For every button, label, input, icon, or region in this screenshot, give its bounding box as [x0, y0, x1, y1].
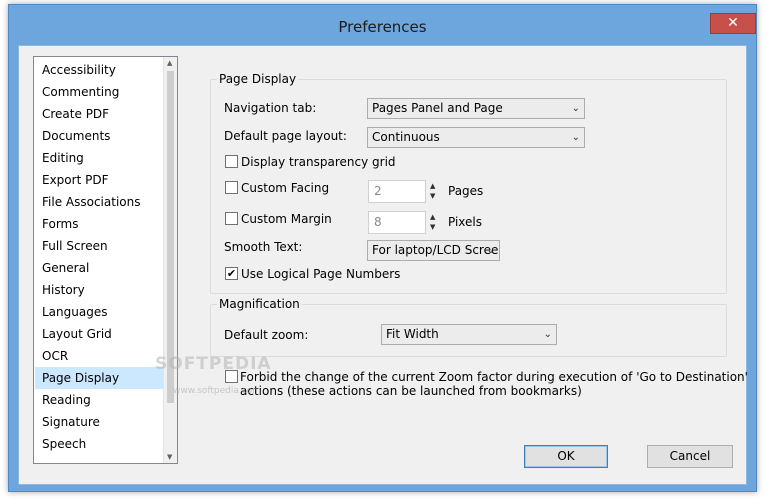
sidebar-item-layout-grid[interactable]: Layout Grid [35, 323, 163, 345]
sidebar-item-signature[interactable]: Signature [35, 411, 163, 433]
watermark: SOFTPEDIA [155, 354, 272, 374]
magnification-group-title: Magnification [217, 296, 302, 312]
custom-facing-input[interactable]: 2 [368, 180, 426, 203]
navigation-tab-label: Navigation tab: [224, 101, 317, 115]
sidebar-item-create-pdf[interactable]: Create PDF [35, 103, 163, 125]
default-page-layout-value: Continuous [372, 130, 440, 144]
custom-margin-stepper[interactable]: ▲ ▼ [429, 211, 439, 234]
logical-page-numbers-checkbox[interactable]: ✔ [225, 267, 238, 280]
transparency-grid-label: Display transparency grid [241, 155, 396, 169]
navigation-tab-value: Pages Panel and Page [372, 101, 503, 115]
stepper-up-icon[interactable]: ▲ [430, 213, 435, 221]
window-title: Preferences [338, 18, 427, 36]
ok-button[interactable]: OK [524, 445, 608, 468]
logical-page-numbers-label: Use Logical Page Numbers [241, 267, 401, 281]
category-list[interactable]: Accessibility Commenting Create PDF Docu… [33, 56, 178, 464]
dialog-client-area: Accessibility Commenting Create PDF Docu… [18, 45, 748, 485]
sidebar-item-forms[interactable]: Forms [35, 213, 163, 235]
sidebar-item-page-display[interactable]: Page Display [35, 367, 163, 389]
page-display-group-title: Page Display [217, 71, 299, 87]
preferences-window: Preferences ✕ Accessibility Commenting C… [8, 4, 757, 492]
default-page-layout-select[interactable]: Continuous ⌄ [367, 127, 585, 148]
custom-facing-label: Custom Facing [241, 181, 330, 195]
sidebar-item-languages[interactable]: Languages [35, 301, 163, 323]
sidebar-item-general[interactable]: General [35, 257, 163, 279]
sidebar-item-commenting[interactable]: Commenting [35, 81, 163, 103]
stepper-down-icon[interactable]: ▼ [430, 223, 435, 231]
sidebar-item-documents[interactable]: Documents [35, 125, 163, 147]
custom-margin-input[interactable]: 8 [368, 211, 426, 234]
sidebar-item-reading[interactable]: Reading [35, 389, 163, 411]
custom-facing-unit: Pages [448, 184, 484, 198]
sidebar-item-full-screen[interactable]: Full Screen [35, 235, 163, 257]
chevron-down-icon: ⌄ [571, 103, 580, 114]
category-list-scrollbar[interactable]: ▲ ▼ [163, 57, 177, 463]
custom-facing-stepper[interactable]: ▲ ▼ [429, 180, 439, 203]
scroll-down-arrow-icon[interactable]: ▼ [167, 453, 172, 461]
sidebar-item-history[interactable]: History [35, 279, 163, 301]
forbid-zoom-change-label-line2: actions (these actions can be launched f… [240, 384, 582, 398]
smooth-text-select[interactable]: For laptop/LCD Screer ⌄ [367, 240, 500, 261]
sidebar-item-export-pdf[interactable]: Export PDF [35, 169, 163, 191]
default-page-layout-label: Default page layout: [224, 129, 347, 143]
close-button[interactable]: ✕ [710, 13, 756, 34]
stepper-down-icon[interactable]: ▼ [430, 192, 435, 200]
scroll-up-arrow-icon[interactable]: ▲ [167, 59, 172, 67]
stepper-up-icon[interactable]: ▲ [430, 182, 435, 190]
chevron-down-icon: ⌄ [543, 329, 552, 340]
sidebar-item-file-associations[interactable]: File Associations [35, 191, 163, 213]
custom-margin-label: Custom Margin [241, 212, 332, 226]
watermark-url: www.softpedia.com [173, 386, 261, 396]
sidebar-item-editing[interactable]: Editing [35, 147, 163, 169]
chevron-down-icon: ⌄ [486, 245, 495, 256]
default-zoom-select[interactable]: Fit Width ⌄ [381, 324, 557, 345]
cancel-button[interactable]: Cancel [647, 445, 733, 468]
sidebar-item-ocr[interactable]: OCR [35, 345, 163, 367]
navigation-tab-select[interactable]: Pages Panel and Page ⌄ [367, 98, 585, 119]
checkmark-icon: ✔ [226, 267, 237, 280]
smooth-text-label: Smooth Text: [224, 240, 303, 254]
custom-margin-checkbox[interactable] [225, 212, 238, 225]
close-icon: ✕ [727, 15, 739, 31]
sidebar-item-speech[interactable]: Speech [35, 433, 163, 455]
default-zoom-label: Default zoom: [224, 328, 309, 342]
sidebar-item-accessibility[interactable]: Accessibility [35, 59, 163, 81]
custom-facing-checkbox[interactable] [225, 181, 238, 194]
default-zoom-value: Fit Width [386, 327, 439, 341]
chevron-down-icon: ⌄ [571, 132, 580, 143]
smooth-text-value: For laptop/LCD Screer [372, 243, 500, 257]
transparency-grid-checkbox[interactable] [225, 155, 238, 168]
title-bar[interactable]: Preferences ✕ [9, 5, 756, 45]
custom-margin-unit: Pixels [448, 215, 483, 229]
